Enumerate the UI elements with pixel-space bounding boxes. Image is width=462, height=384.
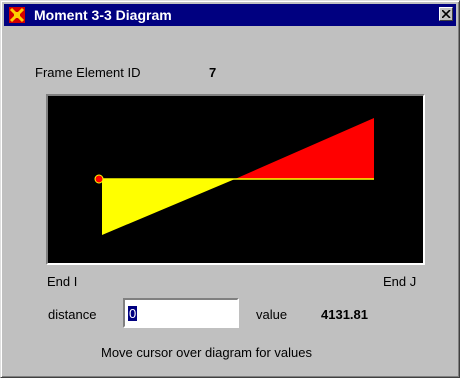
frame-element-id-label: Frame Element ID bbox=[35, 65, 141, 80]
value-label: value bbox=[256, 307, 288, 322]
distance-input-selected-text: 0 bbox=[128, 306, 138, 321]
sap-logo-icon[interactable] bbox=[9, 7, 25, 23]
window-title: Moment 3-3 Diagram bbox=[34, 7, 172, 23]
title-bar[interactable]: Moment 3-3 Diagram bbox=[4, 4, 456, 26]
cursor-marker bbox=[94, 174, 104, 184]
close-icon bbox=[442, 10, 451, 18]
moment-diagram-canvas[interactable] bbox=[46, 94, 425, 265]
hint-text: Move cursor over diagram for values bbox=[101, 345, 312, 360]
frame-element-id-value: 7 bbox=[209, 65, 217, 80]
moment-value: 4131.81 bbox=[321, 307, 368, 322]
distance-input[interactable] bbox=[123, 298, 239, 328]
end-i-label: End I bbox=[47, 274, 78, 289]
diagram-negative-region bbox=[235, 118, 374, 179]
diagram-positive-region bbox=[102, 179, 235, 235]
distance-label: distance bbox=[48, 307, 97, 322]
moment-diagram-window: Moment 3-3 Diagram Frame Element ID 7 En… bbox=[0, 0, 460, 378]
close-button[interactable] bbox=[439, 7, 453, 21]
end-j-label: End J bbox=[383, 274, 417, 289]
